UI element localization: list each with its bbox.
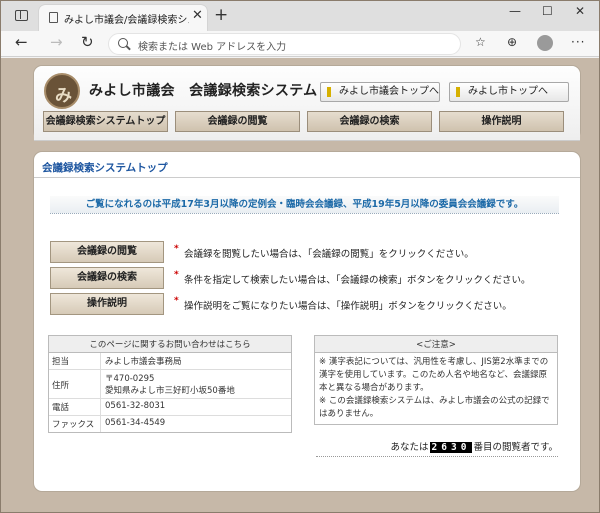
notice-line: ※ この会議録検索システムは、みよし市議会の公式の記録ではありません。 (319, 396, 550, 419)
main-content: 会議録検索システムトップ ご覧になれるのは平成17年3月以降の定例会・臨時会会議… (33, 151, 581, 492)
more-icon[interactable]: ··· (571, 35, 585, 49)
council-top-link[interactable]: みよし市議会トップへ (320, 82, 440, 102)
menu-browse[interactable]: 会議録の閲覧 (175, 111, 300, 132)
page-viewport: み みよし市議会 会議録検索システム みよし市議会トップへ みよし市トップへ 会… (1, 58, 599, 512)
availability-banner: ご覧になれるのは平成17年3月以降の定例会・臨時会会議録、平成19年5月以降の委… (50, 196, 559, 214)
search-icon (118, 38, 128, 48)
address-bar-row: ← → ↻ 検索または Web アドレスを入力 ☆ ⊕ ··· (1, 31, 599, 57)
bullet-mark: * (174, 270, 179, 280)
title-divider (34, 177, 580, 178)
address-placeholder: 検索または Web アドレスを入力 (138, 42, 287, 53)
contact-value: 0561-32-8031 (105, 401, 166, 411)
address-line: 愛知県みよし市三好町小坂50番地 (105, 386, 235, 396)
contact-key: ファックス (49, 416, 101, 432)
table-row: 担当 みよし市議会事務局 (49, 353, 291, 370)
menu-search[interactable]: 会議録の検索 (307, 111, 432, 132)
profile-avatar[interactable] (537, 35, 553, 51)
contact-key: 担当 (49, 353, 101, 369)
contact-key: 住所 (49, 370, 101, 398)
page-title: 会議録検索システムトップ (42, 162, 168, 174)
new-tab-icon[interactable]: + (214, 5, 228, 25)
bullet-mark: * (174, 244, 179, 254)
city-logo: み (44, 73, 80, 109)
contact-value: 0561-34-4549 (105, 418, 166, 428)
search-button[interactable]: 会議録の検索 (50, 267, 164, 289)
notice-body: ※ 漢字表記については、汎用性を考慮し、JIS第2水準までの漢字を使用しています… (315, 353, 557, 424)
search-description: * 条件を指定して検索したい場合は、「会議録の検索」ボタンをクリックください。 (174, 270, 531, 286)
minimize-icon[interactable]: — (509, 4, 521, 18)
city-top-label: みよし市トップへ (468, 86, 548, 97)
back-icon[interactable]: ← (15, 33, 28, 51)
counter-prefix: あなたは (390, 442, 429, 453)
notice-heading: <ご注意> (315, 336, 557, 353)
title-bar: みよし市議会/会議録検索システム ✕ + — ☐ ✕ (1, 1, 599, 31)
table-row: ファックス 0561-34-4549 (49, 416, 291, 432)
close-tab-icon[interactable]: ✕ (192, 8, 203, 23)
tab-title: みよし市議会/会議録検索システム (64, 15, 189, 26)
table-row: 住所 〒470-0295 愛知県みよし市三好町小坂50番地 (49, 370, 291, 399)
counter-number: 2630 (429, 442, 473, 453)
site-header: み みよし市議会 会議録検索システム みよし市議会トップへ みよし市トップへ 会… (33, 65, 581, 141)
browser-tab[interactable]: みよし市議会/会議録検索システム ✕ (39, 5, 207, 31)
browse-desc-text: 会議録を閲覧したい場合は、「会議録の閲覧」をクリックください。 (184, 249, 474, 260)
logo-mark: み (55, 86, 72, 106)
notice-box: <ご注意> ※ 漢字表記については、汎用性を考慮し、JIS第2水準までの漢字を使… (314, 335, 558, 425)
collections-icon[interactable]: ⊕ (507, 35, 517, 49)
visitor-counter: あなたは 2630 番目の閲覧者です。 (316, 439, 558, 457)
menu-help[interactable]: 操作説明 (439, 111, 564, 132)
search-desc-text: 条件を指定して検索したい場合は、「会議録の検索」ボタンをクリックください。 (184, 275, 531, 286)
tab-actions-icon[interactable] (15, 10, 28, 21)
page-icon (49, 12, 58, 23)
table-row: 電話 0561-32-8031 (49, 399, 291, 416)
contact-value: 〒470-0295 愛知県みよし市三好町小坂50番地 (101, 370, 291, 398)
site-title: みよし市議会 会議録検索システム (89, 83, 318, 99)
contact-heading: このページに関するお問い合わせはこちら (49, 336, 291, 353)
council-top-label: みよし市議会トップへ (339, 86, 439, 97)
help-button[interactable]: 操作説明 (50, 293, 164, 315)
postal-code: 〒470-0295 (105, 374, 155, 384)
link-marker-icon (327, 87, 331, 97)
help-desc-text: 操作説明をご覧になりたい場合は、「操作説明」ボタンをクリックください。 (184, 301, 512, 312)
contact-table: このページに関するお問い合わせはこちら 担当 みよし市議会事務局 住所 〒470-0… (48, 335, 292, 433)
bullet-mark: * (174, 296, 179, 306)
city-top-link[interactable]: みよし市トップへ (449, 82, 569, 102)
counter-suffix: 番目の閲覧者です。 (473, 442, 558, 453)
contact-value: みよし市議会事務局 (105, 357, 182, 367)
link-marker-icon (456, 87, 460, 97)
address-input[interactable]: 検索または Web アドレスを入力 (108, 33, 461, 55)
notice-line: ※ 漢字表記については、汎用性を考慮し、JIS第2水準までの漢字を使用しています… (319, 357, 549, 393)
menu-top[interactable]: 会議録検索システムトップ (43, 111, 168, 132)
favorites-icon[interactable]: ☆ (475, 35, 486, 49)
refresh-icon[interactable]: ↻ (81, 33, 94, 51)
help-description: * 操作説明をご覧になりたい場合は、「操作説明」ボタンをクリックください。 (174, 296, 512, 312)
maximize-icon[interactable]: ☐ (542, 4, 553, 18)
browser-window: みよし市議会/会議録検索システム ✕ + — ☐ ✕ ← → ↻ 検索または W… (0, 0, 600, 513)
browse-button[interactable]: 会議録の閲覧 (50, 241, 164, 263)
browse-description: * 会議録を閲覧したい場合は、「会議録の閲覧」をクリックください。 (174, 244, 474, 260)
forward-icon[interactable]: → (50, 33, 63, 51)
contact-key: 電話 (49, 399, 101, 415)
close-window-icon[interactable]: ✕ (575, 4, 585, 18)
